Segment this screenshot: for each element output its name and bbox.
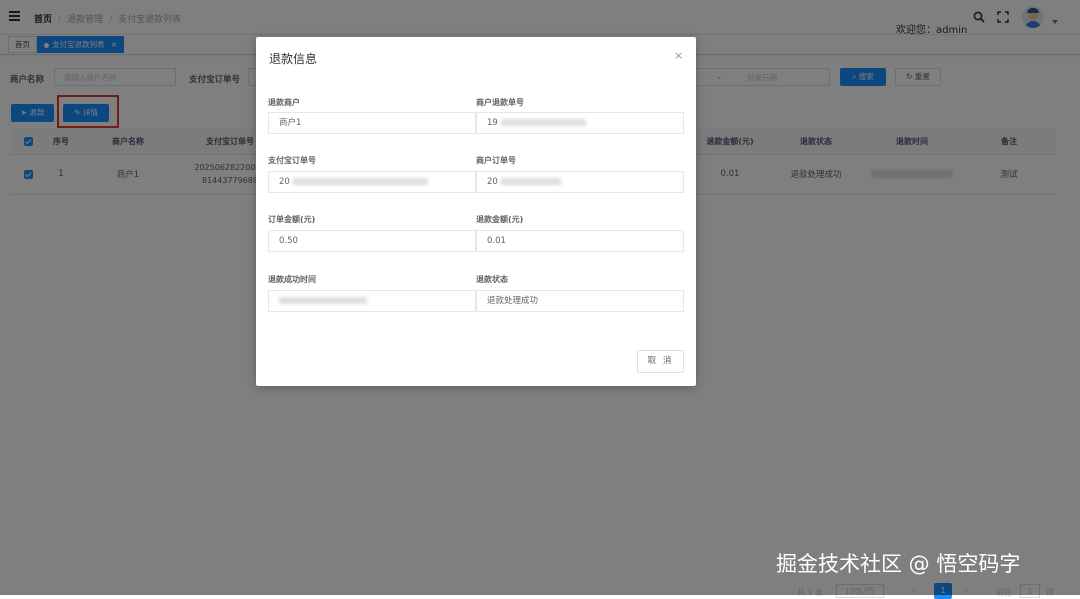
refund-status-field[interactable]: 退款处理成功 xyxy=(476,290,684,312)
merchant-order-no-value: 20 xyxy=(487,177,498,187)
refund-success-time-label: 退款成功时间 xyxy=(268,275,316,284)
refund-amount-field[interactable]: 0.01 xyxy=(476,230,684,252)
redacted-value xyxy=(279,297,367,304)
redacted-value xyxy=(292,178,428,185)
merchant-refund-no-value: 19 xyxy=(487,118,498,128)
close-icon[interactable]: × xyxy=(674,49,683,62)
alipay-order-no-label: 支付宝订单号 xyxy=(268,156,316,165)
alipay-order-no-field[interactable]: 20 xyxy=(268,171,476,193)
dialog-title: 退款信息 xyxy=(269,52,318,66)
refund-merchant-label: 退款商户 xyxy=(268,98,300,107)
order-amount-field[interactable]: 0.50 xyxy=(268,230,476,252)
redacted-value xyxy=(500,119,586,126)
order-amount-label: 订单金额(元) xyxy=(268,215,316,224)
refund-status-label: 退款状态 xyxy=(476,275,508,284)
watermark: 掘金技术社区 @ 悟空码字 xyxy=(776,552,1021,576)
merchant-refund-no-field[interactable]: 19 xyxy=(476,112,684,134)
cancel-button[interactable]: 取 消 xyxy=(637,350,684,373)
alipay-order-no-value: 20 xyxy=(279,177,290,187)
refund-info-dialog: 退款信息 × 退款商户 商户1 商户退款单号 19 支付宝订单号 20 商户订单… xyxy=(256,37,696,386)
merchant-order-no-label: 商户订单号 xyxy=(476,156,516,165)
refund-amount-label: 退款金额(元) xyxy=(476,215,524,224)
redacted-value xyxy=(500,178,561,185)
refund-success-time-field[interactable] xyxy=(268,290,476,312)
refund-merchant-field[interactable]: 商户1 xyxy=(268,112,476,134)
merchant-refund-no-label: 商户退款单号 xyxy=(476,98,524,107)
merchant-order-no-field[interactable]: 20 xyxy=(476,171,684,193)
